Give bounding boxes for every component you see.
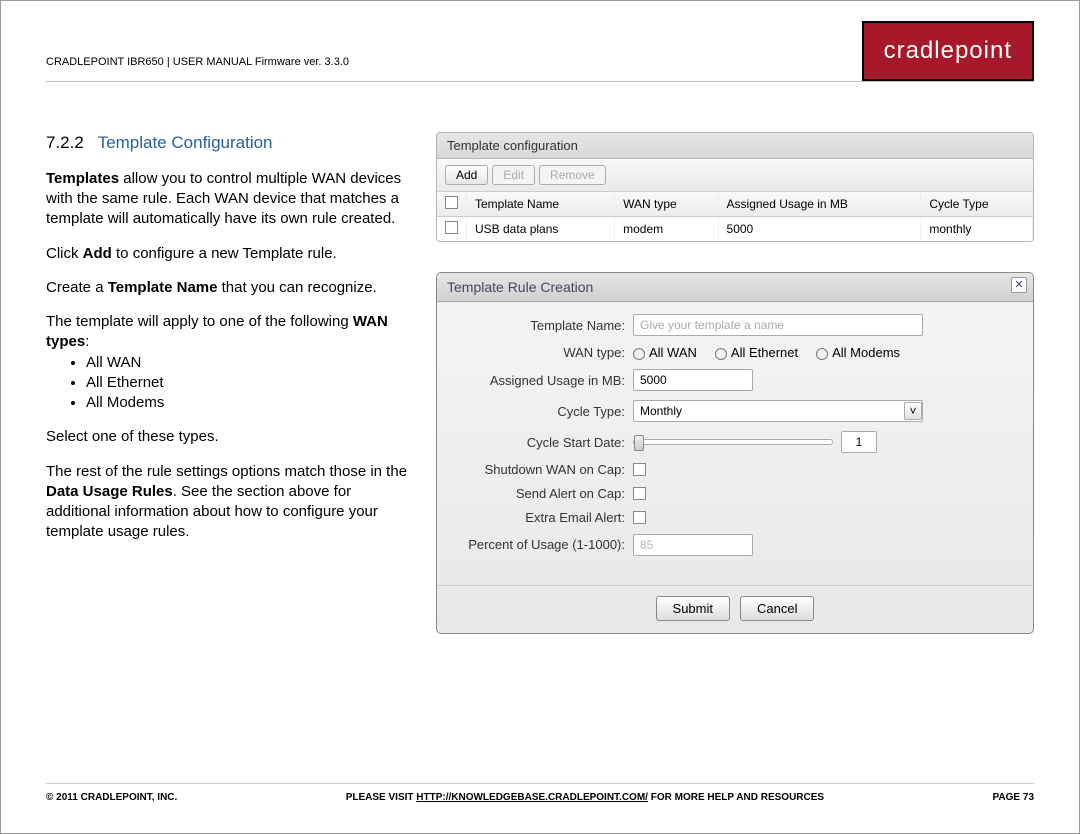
chevron-down-icon: ˅ bbox=[904, 402, 922, 420]
radio-all-ethernet[interactable]: All Ethernet bbox=[715, 345, 798, 360]
col-wan-type: WAN type bbox=[615, 192, 718, 217]
label-template-name: Template Name: bbox=[453, 318, 633, 333]
label-cycle-start: Cycle Start Date: bbox=[453, 435, 633, 450]
cancel-button[interactable]: Cancel bbox=[740, 596, 814, 621]
label-wan-type: WAN type: bbox=[453, 345, 633, 360]
cycle-start-slider[interactable] bbox=[633, 439, 833, 445]
cycle-type-select[interactable]: Monthly ˅ bbox=[633, 400, 923, 422]
label-assigned-usage: Assigned Usage in MB: bbox=[453, 373, 633, 388]
document-body: 7.2.2 Template Configuration Templates a… bbox=[46, 132, 416, 634]
col-cycle-type: Cycle Type bbox=[921, 192, 1033, 217]
wan-type-item: All Modems bbox=[86, 393, 416, 413]
dialog-title: Template Rule Creation ✕ bbox=[437, 273, 1033, 302]
add-button[interactable]: Add bbox=[445, 165, 488, 185]
wan-type-item: All WAN bbox=[86, 353, 416, 373]
template-config-panel: Template configuration Add Edit Remove T… bbox=[436, 132, 1034, 242]
brand-logo: cradlepoint bbox=[862, 21, 1034, 81]
footer-page: PAGE 73 bbox=[993, 792, 1035, 803]
email-checkbox[interactable] bbox=[633, 511, 646, 524]
shutdown-checkbox[interactable] bbox=[633, 463, 646, 476]
col-checkbox[interactable] bbox=[437, 192, 467, 217]
cycle-start-value[interactable]: 1 bbox=[841, 431, 877, 453]
template-rule-creation-dialog: Template Rule Creation ✕ Template Name: … bbox=[436, 272, 1034, 634]
submit-button[interactable]: Submit bbox=[656, 596, 730, 621]
panel-title: Template configuration bbox=[437, 133, 1033, 159]
close-icon[interactable]: ✕ bbox=[1011, 277, 1027, 293]
page-footer: © 2011 CRADLEPOINT, INC. PLEASE VISIT HT… bbox=[46, 783, 1034, 803]
assigned-usage-input[interactable]: 5000 bbox=[633, 369, 753, 391]
alert-checkbox[interactable] bbox=[633, 487, 646, 500]
table-row[interactable]: USB data plans modem 5000 monthly bbox=[437, 217, 1033, 242]
page-header: CRADLEPOINT IBR650 | USER MANUAL Firmwar… bbox=[46, 21, 1034, 81]
label-shutdown: Shutdown WAN on Cap: bbox=[453, 462, 633, 477]
radio-all-wan[interactable]: All WAN bbox=[633, 345, 697, 360]
edit-button[interactable]: Edit bbox=[492, 165, 535, 185]
toolbar: Add Edit Remove bbox=[437, 159, 1033, 192]
label-alert: Send Alert on Cap: bbox=[453, 486, 633, 501]
footer-link[interactable]: HTTP://KNOWLEDGEBASE.CRADLEPOINT.COM/ bbox=[416, 792, 648, 803]
row-checkbox[interactable] bbox=[445, 221, 458, 234]
radio-all-modems[interactable]: All Modems bbox=[816, 345, 900, 360]
percent-input[interactable]: 85 bbox=[633, 534, 753, 556]
footer-help: PLEASE VISIT HTTP://KNOWLEDGEBASE.CRADLE… bbox=[346, 792, 824, 803]
col-assigned-usage: Assigned Usage in MB bbox=[718, 192, 921, 217]
templates-table: Template Name WAN type Assigned Usage in… bbox=[437, 192, 1033, 241]
template-name-input[interactable]: Give your template a name bbox=[633, 314, 923, 336]
label-percent: Percent of Usage (1-1000): bbox=[453, 537, 633, 553]
wan-type-item: All Ethernet bbox=[86, 373, 416, 393]
section-heading: 7.2.2 Template Configuration bbox=[46, 132, 416, 155]
col-template-name: Template Name bbox=[467, 192, 615, 217]
remove-button[interactable]: Remove bbox=[539, 165, 606, 185]
footer-copyright: © 2011 CRADLEPOINT, INC. bbox=[46, 792, 177, 803]
label-cycle-type: Cycle Type: bbox=[453, 404, 633, 419]
header-text: CRADLEPOINT IBR650 | USER MANUAL Firmwar… bbox=[46, 56, 349, 68]
label-email: Extra Email Alert: bbox=[453, 510, 633, 525]
